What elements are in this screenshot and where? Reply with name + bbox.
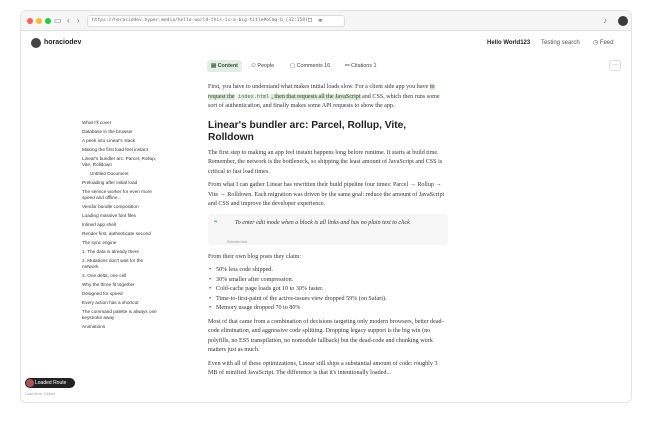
- bookmark-icon[interactable]: ⌑: [308, 15, 312, 27]
- toc-item[interactable]: 3. One delta, one cell: [82, 273, 157, 279]
- toc-item[interactable]: Every action has a shortcut: [82, 300, 157, 306]
- paragraph[interactable]: From their own blog posts they claim:: [208, 253, 448, 263]
- quote-icon: ❞: [214, 220, 218, 227]
- toc-item[interactable]: Untitled Document: [82, 171, 157, 177]
- toc-item[interactable]: Loading massive font files: [82, 213, 157, 219]
- list-item[interactable]: Memory usage dropped 70 to 80%: [208, 304, 448, 314]
- paragraph[interactable]: Most of that came from a combination of …: [208, 318, 448, 356]
- toc-item[interactable]: Designed for speed: [82, 291, 157, 297]
- toc-item[interactable]: Vendor bundle composition: [82, 204, 157, 210]
- route-toast: Loaded Route: [25, 378, 75, 388]
- article-body: First, you have to understand what makes…: [208, 83, 448, 383]
- site-logo: [31, 38, 41, 48]
- section-heading[interactable]: Linear's bundler arc: Parcel, Rollup, Vi…: [208, 120, 448, 144]
- document-icon: ▤: [211, 63, 218, 69]
- sidebar-toggle-icon[interactable]: ▭: [54, 15, 62, 27]
- list-item[interactable]: Time-to-first-paint of the active-issues…: [208, 295, 448, 305]
- user-avatar[interactable]: [618, 16, 628, 26]
- toc-item[interactable]: Preloading after initial load: [82, 180, 157, 186]
- back-arrow-icon[interactable]: ‹: [67, 15, 70, 27]
- toc-item[interactable]: The command palette is always one keystr…: [82, 309, 157, 321]
- toc-item[interactable]: What I'll cover: [82, 120, 157, 126]
- status-text: Load time: 134ms: [25, 392, 56, 396]
- paragraph[interactable]: The first step to making an app feel ins…: [208, 149, 448, 178]
- browser-window: ▭ ‹ › https://horaciodev.hyper.media/hel…: [20, 10, 632, 403]
- list-item[interactable]: Cold-cache page loads got 10 to 30% fast…: [208, 285, 448, 295]
- forward-arrow-icon[interactable]: ›: [77, 15, 80, 27]
- notifications-bell-icon[interactable]: ♪: [603, 15, 607, 27]
- nav-link-testing-search[interactable]: Testing search: [541, 39, 580, 47]
- tab-comments[interactable]: ▢ Comments 16: [286, 60, 334, 72]
- tab-content[interactable]: ▤ Content: [207, 60, 242, 72]
- paragraph[interactable]: From what I can gather Linear has rewrit…: [208, 181, 448, 210]
- toc-item[interactable]: Animations: [82, 324, 157, 330]
- citations-count: 1: [373, 63, 377, 69]
- nav-link-feed[interactable]: ◷ Feed: [593, 39, 614, 47]
- tab-citations[interactable]: ⚯ Citations 1: [341, 60, 381, 72]
- toast-text: Loaded Route: [35, 380, 67, 386]
- site-name: horaciodev: [44, 39, 82, 46]
- bullet-list: 50% less code shipped. 30% smaller after…: [208, 266, 448, 314]
- toc-item[interactable]: 2. Mutations don't wait for the network: [82, 258, 157, 270]
- table-of-contents: What I'll cover Database in the browser …: [82, 120, 157, 333]
- comment-icon: ▢: [290, 63, 297, 69]
- browser-toolbar: ▭ ‹ › https://horaciodev.hyper.media/hel…: [21, 11, 631, 31]
- toc-item[interactable]: The service worker for even more speed a…: [82, 189, 157, 201]
- address-bar[interactable]: https://horaciodev.hyper.media/hello-wor…: [87, 15, 345, 27]
- paragraph[interactable]: First, you have to understand what makes…: [208, 83, 448, 112]
- toc-item[interactable]: Making the first load feel instant: [82, 147, 157, 153]
- minimize-window-button[interactable]: [36, 18, 42, 24]
- comments-count: 16: [324, 63, 331, 69]
- toc-item[interactable]: 1. The data is already there: [82, 249, 157, 255]
- paragraph[interactable]: Even with all of these optimizations, Li…: [208, 360, 448, 379]
- close-window-button[interactable]: [27, 18, 33, 24]
- toc-item[interactable]: A peek into Linear's stack: [82, 138, 157, 144]
- more-options-button[interactable]: ···: [609, 60, 621, 71]
- callout-context: Selected text: [227, 239, 248, 244]
- highlighted-text[interactable]: , then that requests all the JavaScript: [271, 93, 361, 100]
- link-icon[interactable]: ⚭: [317, 15, 324, 27]
- comment-callout[interactable]: ❞ To enter edit mode when a block is all…: [208, 213, 448, 245]
- toc-item[interactable]: Why the three fit together: [82, 282, 157, 288]
- list-item[interactable]: 50% less code shipped.: [208, 266, 448, 276]
- toc-item[interactable]: The sync engine: [82, 240, 157, 246]
- feed-icon: ◷: [593, 40, 600, 46]
- toast-avatar: [26, 379, 34, 387]
- callout-text: To enter edit mode when a block is all l…: [235, 219, 410, 226]
- toc-item[interactable]: Render first, authenticate second: [82, 231, 157, 237]
- list-item[interactable]: 30% smaller after compression.: [208, 276, 448, 286]
- tab-people[interactable]: ⚇ People: [247, 60, 278, 72]
- toc-item[interactable]: Linear's bundler arc: Parcel, Rollup, Vi…: [82, 156, 157, 168]
- toc-item[interactable]: Database in the browser: [82, 129, 157, 135]
- inline-code: index.html: [236, 93, 272, 100]
- toc-item[interactable]: Inlined app shell: [82, 222, 157, 228]
- nav-link-hello-world[interactable]: Hello World123: [487, 39, 530, 47]
- maximize-window-button[interactable]: [45, 18, 51, 24]
